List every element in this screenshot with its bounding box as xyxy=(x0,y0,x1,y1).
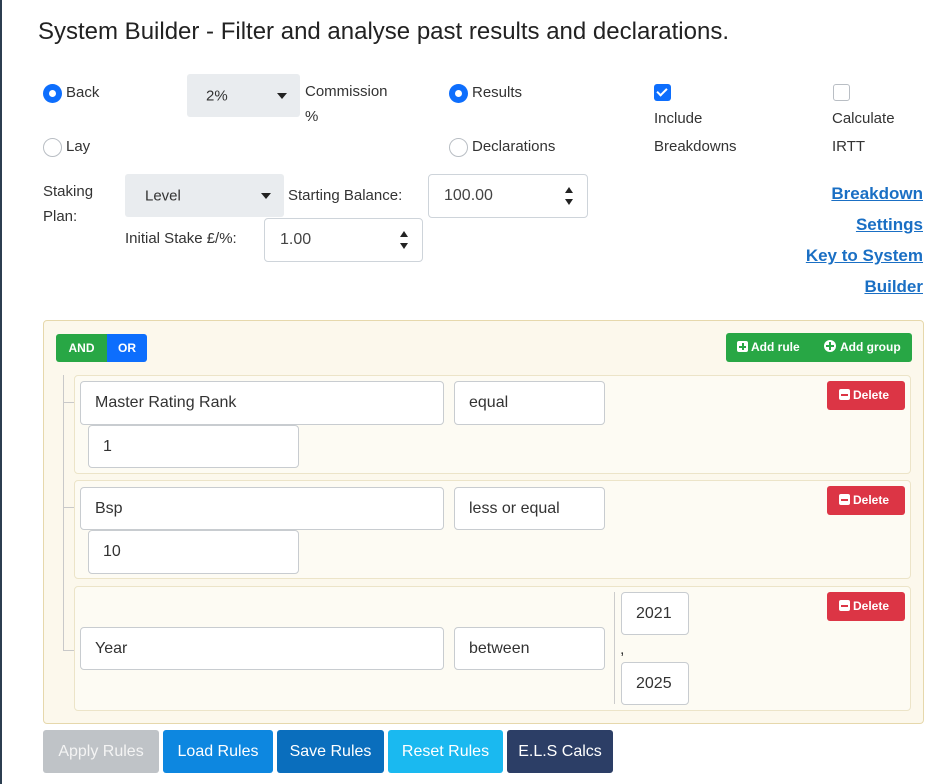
rule-operator-select[interactable]: equal xyxy=(454,381,605,425)
chevron-down-icon xyxy=(277,92,287,99)
minus-square-icon xyxy=(839,389,850,400)
lay-radio-label[interactable]: Lay xyxy=(66,134,90,160)
initial-stake-label: Initial Stake £/%: xyxy=(125,230,237,247)
spin-down-icon[interactable] xyxy=(400,243,408,249)
els-calcs-button[interactable]: E.L.S Calcs xyxy=(507,730,613,773)
calculate-irtt-label: Calculate IRTT xyxy=(832,110,895,155)
tree-connector xyxy=(63,375,64,650)
or-toggle-button[interactable]: OR xyxy=(107,334,147,362)
save-rules-button[interactable]: Save Rules xyxy=(277,730,384,773)
page-left-border xyxy=(0,0,2,784)
minus-square-icon xyxy=(839,494,850,505)
rule-row: Bsp less or equal Delete 10 xyxy=(74,480,911,579)
declarations-radio[interactable] xyxy=(449,138,468,157)
rule-row: Year between 2021 , 2025 Delete xyxy=(74,586,911,711)
starting-balance-input[interactable]: 100.00 xyxy=(428,174,588,218)
delete-rule-button[interactable]: Delete xyxy=(827,486,905,515)
delete-rule-button[interactable]: Delete xyxy=(827,381,905,410)
delete-rule-button[interactable]: Delete xyxy=(827,592,905,621)
results-radio-label[interactable]: Results xyxy=(472,80,522,106)
back-radio[interactable] xyxy=(43,84,62,103)
rule-operator-select[interactable]: between xyxy=(454,627,605,670)
rule-value-from-input[interactable]: 2021 xyxy=(621,592,689,635)
rule-row: Master Rating Rank equal Delete 1 xyxy=(74,375,911,474)
spin-up-icon[interactable] xyxy=(400,231,408,237)
add-buttons-group: Add rule Add group xyxy=(726,333,912,362)
rule-field-select[interactable]: Bsp xyxy=(80,487,444,530)
and-toggle-button[interactable]: AND xyxy=(56,334,107,362)
commission-select[interactable]: 2% xyxy=(187,74,300,117)
commission-label: Commission % xyxy=(305,83,388,125)
reset-rules-button[interactable]: Reset Rules xyxy=(388,730,503,773)
lay-radio[interactable] xyxy=(43,138,62,157)
page-title: System Builder - Filter and analyse past… xyxy=(38,18,729,45)
rule-operator-select[interactable]: less or equal xyxy=(454,487,605,530)
breakdown-settings-link[interactable]: Breakdown Settings xyxy=(831,178,923,240)
results-radio[interactable] xyxy=(449,84,468,103)
query-builder-group: AND OR Add rule Add group Master Rating … xyxy=(43,320,924,724)
add-group-button[interactable]: Add group xyxy=(824,333,901,362)
chevron-down-icon xyxy=(261,192,271,199)
staking-plan-select[interactable]: Level xyxy=(125,174,284,217)
rule-value-to-input[interactable]: 2025 xyxy=(621,662,689,705)
between-separator xyxy=(614,592,615,704)
apply-rules-button[interactable]: Apply Rules xyxy=(43,730,159,773)
key-to-system-builder-link[interactable]: Key to System Builder xyxy=(806,240,923,302)
plus-square-icon xyxy=(737,341,748,352)
spin-down-icon[interactable] xyxy=(565,199,573,205)
staking-plan-value: Level xyxy=(145,187,181,204)
staking-plan-label: Staking Plan: xyxy=(43,183,94,225)
rule-value-input[interactable]: 10 xyxy=(88,530,299,574)
load-rules-button[interactable]: Load Rules xyxy=(163,730,273,773)
calculate-irtt-checkbox[interactable] xyxy=(833,84,850,101)
minus-square-icon xyxy=(839,600,850,611)
include-breakdowns-checkbox[interactable] xyxy=(654,84,671,101)
initial-stake-input[interactable]: 1.00 xyxy=(264,218,423,262)
back-radio-label[interactable]: Back xyxy=(66,80,99,106)
starting-balance-label: Starting Balance: xyxy=(288,187,403,204)
plus-circle-icon xyxy=(824,340,836,352)
include-breakdowns-label: Include Breakdowns xyxy=(654,110,737,155)
between-comma: , xyxy=(620,641,625,658)
commission-value: 2% xyxy=(206,87,228,104)
declarations-radio-label[interactable]: Declarations xyxy=(472,134,555,160)
spin-up-icon[interactable] xyxy=(565,187,573,193)
rule-field-select[interactable]: Master Rating Rank xyxy=(80,381,444,425)
rule-value-input[interactable]: 1 xyxy=(88,425,299,468)
rule-field-select[interactable]: Year xyxy=(80,627,444,670)
add-rule-button[interactable]: Add rule xyxy=(737,333,800,362)
